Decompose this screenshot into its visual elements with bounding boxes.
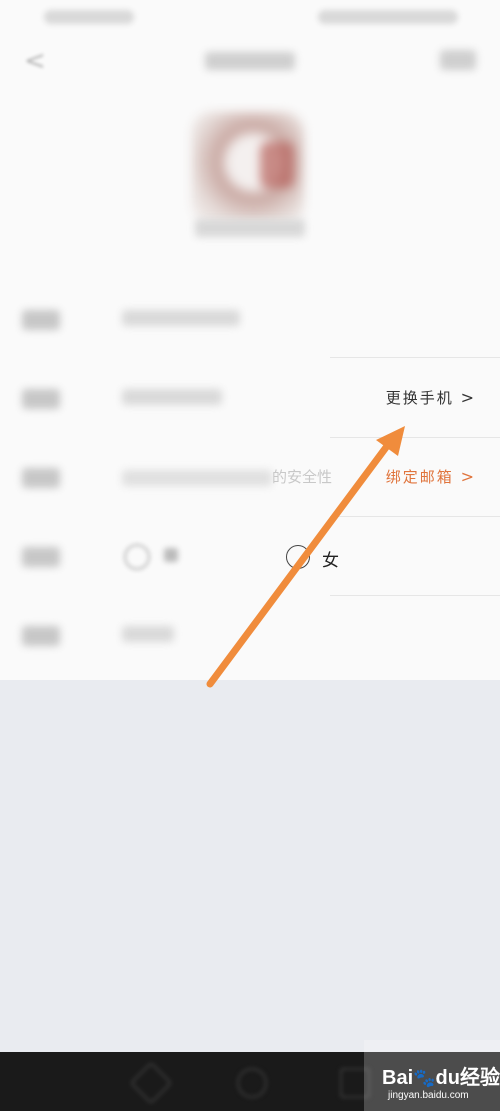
- signature-row[interactable]: [0, 596, 500, 676]
- male-radio[interactable]: [124, 544, 150, 570]
- back-icon[interactable]: <: [24, 46, 46, 76]
- email-hint: [122, 470, 272, 486]
- phone-label: [22, 389, 60, 409]
- nickname-row[interactable]: [0, 280, 500, 360]
- email-hint-tail: 的安全性: [272, 468, 333, 486]
- divider: [330, 357, 500, 358]
- male-label: [164, 548, 178, 562]
- bind-email-label: 绑定邮箱: [385, 468, 454, 486]
- top-nav: <: [0, 36, 500, 86]
- signature-value[interactable]: [122, 626, 174, 642]
- status-left-icons: [44, 10, 134, 24]
- chevron-right-icon: >: [460, 467, 476, 486]
- nav-right-button[interactable]: [440, 50, 476, 70]
- nav-back-icon[interactable]: [129, 1061, 173, 1105]
- change-phone-button[interactable]: 更换手机 >: [386, 387, 476, 408]
- chevron-right-icon: >: [460, 388, 476, 407]
- gender-label: [22, 547, 60, 567]
- avatar-caption[interactable]: [195, 219, 305, 237]
- gender-row: [0, 517, 500, 597]
- nickname-label: [22, 310, 60, 330]
- bind-email-button[interactable]: 绑定邮箱 >: [386, 466, 476, 487]
- female-label[interactable]: 女: [322, 546, 339, 571]
- change-phone-label: 更换手机: [385, 389, 454, 407]
- paw-icon: 🐾: [413, 1068, 436, 1088]
- female-radio[interactable]: [286, 545, 310, 569]
- nickname-value[interactable]: [122, 310, 240, 326]
- nav-home-icon[interactable]: [237, 1068, 267, 1098]
- page-title: [205, 52, 295, 70]
- status-right-icons: [318, 10, 458, 24]
- phone-value: [122, 389, 222, 405]
- status-bar: [0, 0, 500, 36]
- email-label: [22, 468, 60, 488]
- signature-label: [22, 626, 60, 646]
- avatar[interactable]: [192, 112, 304, 224]
- watermark-url: jingyan.baidu.com: [388, 1090, 469, 1101]
- watermark-logo: Bai🐾du经验: [382, 1067, 500, 1089]
